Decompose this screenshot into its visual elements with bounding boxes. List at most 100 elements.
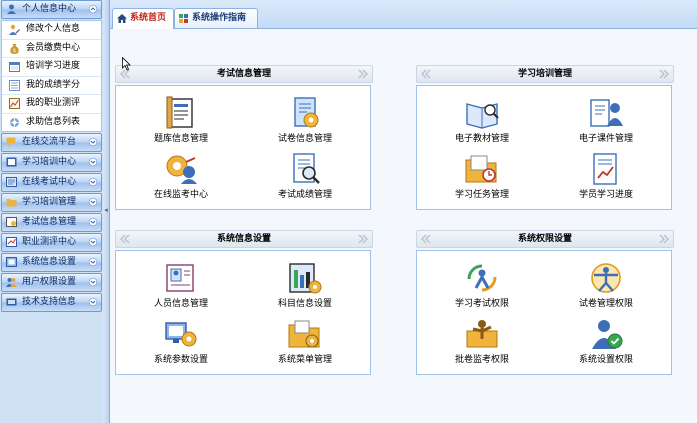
sidebar-group-label: 系统信息设置	[22, 257, 77, 267]
sidebar-group-online-exam[interactable]: 在线考试中心	[1, 173, 102, 192]
shortcut-system-permission[interactable]: 系统设置权限	[551, 317, 661, 369]
chevron-down-icon	[89, 198, 97, 206]
sidebar: 个人信息中心 修改个人信息 $ 会员缴费中心 培训学习进度 我的成绩学分 我的职…	[0, 0, 104, 423]
sidebar-group-tech-support[interactable]: 技术支持信息	[1, 293, 102, 312]
study-manage-icon	[6, 199, 17, 207]
sidebar-group-label: 职业测评中心	[22, 237, 77, 247]
proctor-icon	[166, 155, 197, 184]
shortcut-exam-scores[interactable]: 考试成绩管理	[250, 152, 360, 204]
panel-header: 考试信息管理	[115, 65, 373, 83]
sidebar-item-help-list[interactable]: 求助信息列表	[2, 114, 101, 132]
shortcut-personnel-info[interactable]: 人员信息管理	[126, 261, 236, 313]
shortcut-label: 系统设置权限	[578, 355, 633, 365]
sidebar-group-label: 考试信息管理	[22, 217, 77, 227]
guide-icon	[179, 14, 188, 23]
panel-title: 考试信息管理	[216, 69, 271, 79]
panel-header: 系统信息设置	[115, 230, 373, 248]
panel-title: 系统信息设置	[216, 234, 271, 244]
users-icon	[6, 278, 17, 287]
help-list-icon	[9, 116, 20, 128]
grade-icon	[9, 79, 20, 91]
exam-paper-icon	[294, 97, 319, 128]
sidebar-group-study-center[interactable]: 学习培训中心	[1, 153, 102, 172]
shortcut-study-tasks[interactable]: 学习任务管理	[427, 152, 537, 204]
sidebar-group-online-chat[interactable]: 在线交流平台	[1, 133, 102, 152]
shortcut-grading-permission[interactable]: 批卷监考权限	[427, 317, 537, 369]
sidebar-group-label: 个人信息中心	[22, 4, 77, 14]
shortcut-paper-permission[interactable]: 试卷管理权限	[551, 261, 661, 313]
sidebar-collapse-handle[interactable]: ◂	[103, 0, 110, 423]
shortcut-exam-paper[interactable]: 试卷信息管理	[250, 96, 360, 148]
sidebar-item-training-progress[interactable]: 培训学习进度	[2, 58, 101, 77]
task-folder-icon	[465, 155, 497, 183]
sidebar-item-label: 求助信息列表	[26, 116, 81, 127]
system-permission-icon	[592, 320, 623, 349]
chat-icon	[6, 137, 16, 147]
sidebar-item-label: 修改个人信息	[26, 24, 81, 34]
tab-label: 系统操作指南	[192, 13, 247, 23]
assessment-icon	[6, 237, 17, 247]
sidebar-group-system-settings[interactable]: 系统信息设置	[1, 253, 102, 272]
person-card-icon	[166, 264, 194, 292]
sidebar-item-career-assessment[interactable]: 我的职业测评	[2, 95, 101, 114]
shortcut-e-textbook[interactable]: 电子教材管理	[427, 96, 537, 148]
double-left-arrow-icon	[421, 234, 431, 244]
double-right-arrow-icon	[358, 234, 368, 244]
shortcut-label: 试卷信息管理	[277, 134, 332, 144]
sidebar-group-label: 学习培训中心	[22, 157, 77, 167]
shortcut-label: 电子课件管理	[578, 134, 633, 144]
chevron-down-icon	[89, 158, 97, 166]
shortcut-label: 科目信息设置	[277, 299, 332, 309]
shortcut-study-exam-permission[interactable]: 学习考试权限	[427, 261, 537, 313]
shortcut-question-bank[interactable]: 题库信息管理	[126, 96, 236, 148]
shortcut-student-progress[interactable]: 学员学习进度	[551, 152, 661, 204]
shortcut-label: 学员学习进度	[578, 190, 633, 200]
sidebar-item-my-grades[interactable]: 我的成绩学分	[2, 77, 101, 95]
shortcut-system-params[interactable]: 系统参数设置	[126, 317, 236, 369]
sidebar-item-member-payment[interactable]: $ 会员缴费中心	[2, 40, 101, 58]
sidebar-group-study-management[interactable]: 学习培训管理	[1, 193, 102, 212]
settings-icon	[6, 257, 17, 267]
edit-user-icon	[9, 24, 20, 35]
chevron-down-icon	[89, 178, 97, 186]
menu-folder-icon	[288, 320, 320, 348]
shortcut-label: 学习任务管理	[454, 190, 509, 200]
panel-body: 学习考试权限 试卷管理权限 批卷监考权限 系统设置权限	[416, 250, 672, 375]
panel-title: 系统权限设置	[517, 234, 572, 244]
sidebar-group-label: 技术支持信息	[22, 297, 77, 307]
tab-guide[interactable]: 系统操作指南	[174, 8, 258, 28]
recycle-person-icon	[467, 264, 497, 292]
sidebar-group-label: 在线交流平台	[22, 137, 77, 147]
chevron-down-icon	[89, 278, 97, 286]
panel-title: 学习培训管理	[517, 69, 572, 79]
chevron-down-icon	[89, 218, 97, 226]
e-textbook-icon	[466, 103, 499, 129]
shortcut-e-courseware[interactable]: 电子课件管理	[551, 96, 661, 148]
sidebar-sub-list: 修改个人信息 $ 会员缴费中心 培训学习进度 我的成绩学分 我的职业测评 求助信…	[1, 20, 102, 132]
vitruvian-icon	[591, 263, 621, 293]
sidebar-group-career-assessment[interactable]: 职业测评中心	[1, 233, 102, 252]
tab-home[interactable]: 系统首页	[112, 8, 174, 29]
sidebar-group-user-permissions[interactable]: 用户权限设置	[1, 273, 102, 292]
sidebar-group-exam-management[interactable]: 考试信息管理	[1, 213, 102, 232]
chevron-down-icon	[89, 298, 97, 306]
shortcut-online-proctor[interactable]: 在线监考中心	[126, 152, 236, 204]
home-content: 考试信息管理 题库信息管理 试卷信息管理 在线监考中心 考试成绩管理 学习培训管…	[110, 29, 697, 423]
sidebar-item-label: 我的成绩学分	[26, 79, 81, 90]
shortcut-subject-settings[interactable]: 科目信息设置	[250, 261, 360, 313]
shortcut-label: 考试成绩管理	[277, 190, 332, 200]
sidebar-group-personal-info[interactable]: 个人信息中心	[1, 0, 102, 19]
shortcut-label: 系统菜单管理	[277, 355, 332, 365]
exam-icon	[6, 177, 17, 187]
subject-icon	[289, 263, 322, 294]
shortcut-system-menu[interactable]: 系统菜单管理	[250, 317, 360, 369]
progress-doc-icon	[593, 153, 617, 185]
sidebar-item-label: 培训学习进度	[26, 61, 81, 71]
shortcut-label: 系统参数设置	[153, 355, 208, 365]
money-bag-icon: $	[10, 43, 19, 54]
sidebar-item-edit-profile[interactable]: 修改个人信息	[2, 21, 101, 40]
svg-text:$: $	[13, 48, 16, 54]
double-left-arrow-icon	[120, 234, 130, 244]
book-icon	[6, 157, 17, 167]
support-icon	[6, 298, 17, 306]
